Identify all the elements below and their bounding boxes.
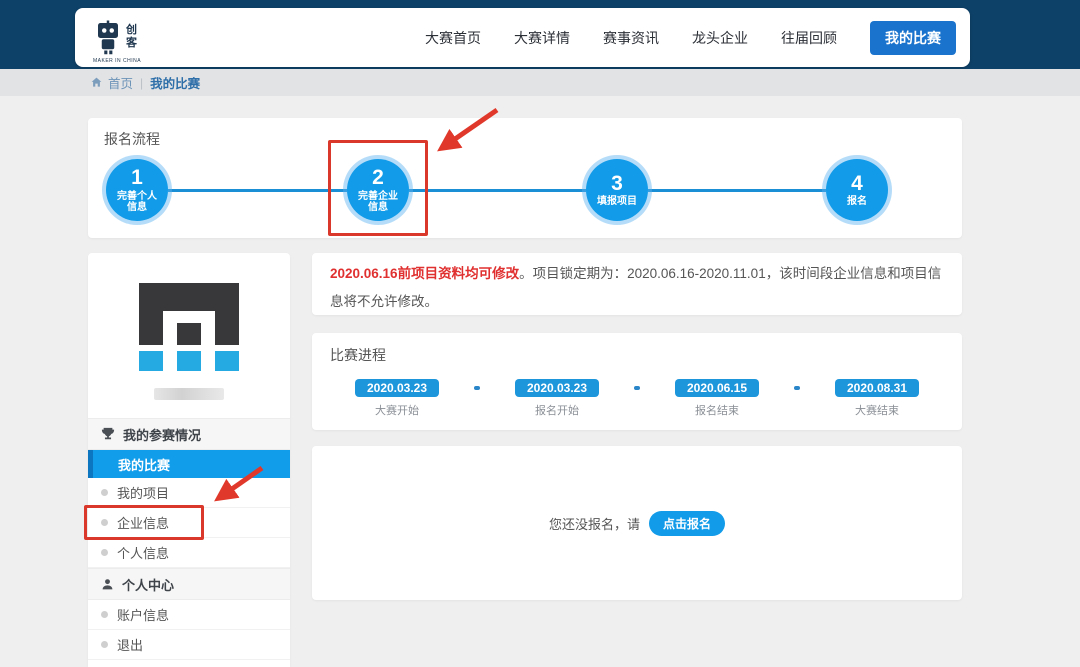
sidebar-item-label: 我的项目	[117, 483, 169, 502]
nav-item-past-editions[interactable]: 往届回顾	[781, 28, 837, 48]
sidebar-item-label: 退出	[117, 635, 143, 654]
person-icon	[101, 578, 114, 591]
sidebar-section-personal-center: 个人中心	[88, 568, 290, 600]
edit-deadline-notice: 2020.06.16前项目资料均可修改。项目锁定期为：2020.06.16-20…	[312, 253, 962, 315]
step-3-fill-project[interactable]: 3 填报项目	[586, 159, 648, 221]
trophy-icon	[101, 427, 115, 441]
breadcrumb-home-link[interactable]: 首页	[90, 73, 133, 92]
step-number: 4	[851, 172, 863, 196]
site-logo[interactable]: 创 客	[93, 20, 137, 56]
bullet-dot-icon	[101, 519, 108, 526]
my-contest-button[interactable]: 我的比赛	[870, 21, 956, 55]
step-label-line1: 报名	[847, 196, 867, 208]
notice-highlight: 2020.06.16前项目资料均可修改	[330, 266, 519, 281]
milestone-date-badge: 2020.08.31	[835, 379, 919, 397]
milestone-label: 报名开始	[535, 402, 579, 418]
step-label-line1: 完善个人	[117, 191, 157, 203]
milestone-label: 大赛结束	[855, 402, 899, 418]
breadcrumb: 首页 | 我的比赛	[0, 69, 1080, 96]
steps-card-title: 报名流程	[104, 129, 160, 149]
company-logo-block	[88, 253, 290, 418]
company-name-blurred	[154, 388, 224, 400]
sidebar-item-account-info[interactable]: 账户信息	[88, 600, 290, 630]
bullet-dot-icon	[101, 611, 108, 618]
sidebar-item-logout[interactable]: 退出	[88, 630, 290, 660]
step-number: 1	[131, 166, 143, 190]
nav-item-leading-companies[interactable]: 龙头企业	[692, 28, 748, 48]
milestone-label: 报名结束	[695, 402, 739, 418]
logo-subtext: MAKER IN CHINA	[93, 58, 141, 64]
breadcrumb-current: 我的比赛	[150, 73, 200, 92]
milestone-contest-end: 2020.08.31 大赛结束	[822, 379, 932, 418]
logo-text: 创 客	[126, 24, 137, 52]
sidebar-section-label: 我的参赛情况	[123, 425, 201, 444]
timeline-card-title: 比赛进程	[330, 345, 944, 365]
logo-char-top: 创	[126, 24, 137, 38]
timeline-connector	[794, 386, 800, 390]
step-label-line2: 信息	[368, 202, 388, 214]
bullet-dot-icon	[101, 641, 108, 648]
step-2-complete-company-info[interactable]: 2 完善企业 信息	[347, 159, 409, 221]
nav-item-news[interactable]: 赛事资讯	[603, 28, 659, 48]
sidebar-item-label: 账户信息	[117, 605, 169, 624]
milestone-date-badge: 2020.06.15	[675, 379, 759, 397]
breadcrumb-home-label: 首页	[108, 73, 133, 92]
step-connector-line	[168, 189, 347, 192]
timeline-connector	[634, 386, 640, 390]
robot-logo-icon	[93, 20, 123, 56]
sidebar-section-label: 个人中心	[122, 575, 174, 594]
home-icon	[90, 76, 103, 89]
milestone-date-badge: 2020.03.23	[355, 379, 439, 397]
timeline-connector	[474, 386, 480, 390]
step-label-line1: 填报项目	[597, 196, 637, 208]
milestone-registration-end: 2020.06.15 报名结束	[662, 379, 772, 418]
sidebar-item-personal-info[interactable]: 个人信息	[88, 538, 290, 568]
timeline-row: 2020.03.23 大赛开始 2020.03.23 报名开始 2020.06.…	[330, 379, 944, 418]
breadcrumb-separator: |	[140, 76, 143, 90]
step-label-line1: 完善企业	[358, 191, 398, 203]
step-connector-line	[409, 189, 586, 192]
step-4-register[interactable]: 4 报名	[826, 159, 888, 221]
not-registered-card: 您还没报名，请 点击报名	[312, 446, 962, 600]
sidebar-section-my-participation: 我的参赛情况	[88, 418, 290, 450]
nav-item-contest-home[interactable]: 大赛首页	[425, 28, 481, 48]
bullet-dot-icon	[101, 489, 108, 496]
sidebar-item-company-info[interactable]: 企业信息	[88, 508, 290, 538]
notice-text: 2020.06.16前项目资料均可修改。项目锁定期为：2020.06.16-20…	[330, 260, 944, 316]
contest-progress-card: 比赛进程 2020.03.23 大赛开始 2020.03.23 报名开始 202…	[312, 333, 962, 430]
milestone-contest-start: 2020.03.23 大赛开始	[342, 379, 452, 418]
step-label-line2: 信息	[127, 202, 147, 214]
step-number: 3	[611, 172, 623, 196]
empty-state-text: 您还没报名，请	[549, 514, 640, 533]
sidebar-item-my-projects[interactable]: 我的项目	[88, 478, 290, 508]
registration-steps-card: 报名流程 1 完善个人 信息 2 完善企业 信息 3 填报项目 4 报名	[88, 118, 962, 238]
company-logo	[139, 283, 239, 371]
bullet-dot-icon	[101, 549, 108, 556]
milestone-registration-start: 2020.03.23 报名开始	[502, 379, 612, 418]
step-connector-line	[648, 189, 826, 192]
sidebar-item-label: 个人信息	[117, 543, 169, 562]
step-1-complete-personal-info[interactable]: 1 完善个人 信息	[106, 159, 168, 221]
sidebar: 我的参赛情况 我的比赛 我的项目 企业信息 个人信息 个人中心 账户信息 退出	[88, 253, 290, 667]
sidebar-item-label: 我的比赛	[118, 455, 170, 474]
sidebar-item-label: 企业信息	[117, 513, 169, 532]
sidebar-item-my-contest[interactable]: 我的比赛	[88, 450, 290, 478]
milestone-label: 大赛开始	[375, 402, 419, 418]
main-nav: 大赛首页 大赛详情 赛事资讯 龙头企业 往届回顾 我的比赛	[425, 21, 956, 55]
milestone-date-badge: 2020.03.23	[515, 379, 599, 397]
nav-item-contest-details[interactable]: 大赛详情	[514, 28, 570, 48]
header: 创 客 MAKER IN CHINA 大赛首页 大赛详情 赛事资讯 龙头企业 往…	[75, 8, 970, 67]
step-number: 2	[372, 166, 384, 190]
click-to-register-button[interactable]: 点击报名	[649, 511, 725, 536]
logo-char-bottom: 客	[126, 37, 137, 51]
